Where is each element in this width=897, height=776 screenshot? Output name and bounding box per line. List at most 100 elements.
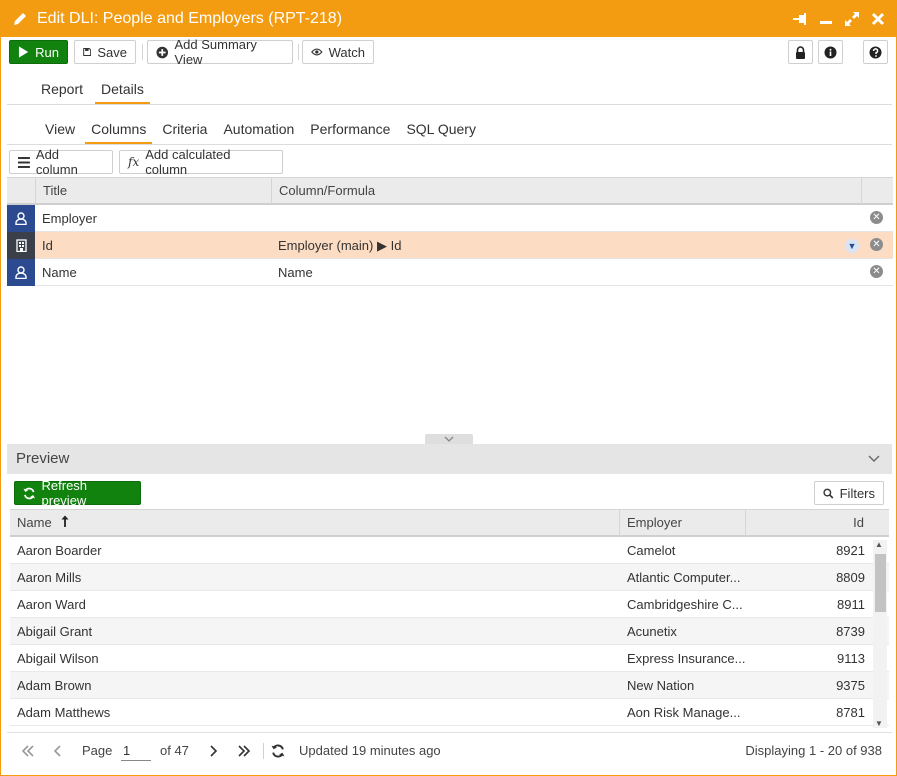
first-page-icon[interactable] [21, 733, 35, 769]
cell-id: 8739 [836, 624, 865, 639]
cell-id: 8809 [836, 570, 865, 585]
divider [7, 104, 892, 105]
add-calculated-column-button[interactable]: fx Add calculated column [119, 147, 283, 177]
toolbar-divider [142, 44, 143, 60]
preview-title: Preview [16, 450, 70, 467]
column-title: Name [42, 265, 77, 280]
header-title[interactable]: Title [35, 178, 271, 204]
list-icon [18, 156, 30, 168]
refresh-preview-button[interactable]: Refresh preview [14, 478, 141, 508]
cell-employer: Atlantic Computer... [627, 570, 741, 585]
pager-divider [263, 743, 264, 759]
header-name[interactable]: Name [10, 510, 619, 536]
sort-ascending-icon [61, 511, 69, 537]
question-icon [869, 46, 882, 58]
filters-button[interactable]: Filters [814, 481, 884, 505]
tab-automation[interactable]: Automation [217, 119, 300, 145]
table-row[interactable]: Abigail Grant Acunetix 8739 [10, 618, 889, 645]
window-title: Edit DLI: People and Employers (RPT-218) [37, 10, 343, 27]
pin-icon[interactable] [792, 11, 808, 27]
page-label: Page [82, 743, 113, 758]
scrollbar-thumb[interactable] [875, 554, 886, 612]
cell-employer: Cambridgeshire C... [627, 597, 743, 612]
watch-label: Watch [328, 44, 365, 60]
add-column-button[interactable]: Add column [9, 147, 113, 177]
tab-sql-query[interactable]: SQL Query [400, 119, 482, 145]
watch-button[interactable]: Watch [302, 40, 374, 64]
table-row[interactable]: Aaron Ward Cambridgeshire C... 8911 [10, 591, 889, 618]
scroll-down-icon[interactable]: ▼ [875, 719, 883, 728]
cell-employer: Acunetix [627, 624, 677, 639]
toolbar-divider [298, 44, 299, 60]
tab-criteria[interactable]: Criteria [156, 119, 213, 145]
cell-employer: Camelot [627, 543, 676, 558]
tab-performance[interactable]: Performance [304, 119, 396, 145]
column-row[interactable]: Employer ✕ [7, 205, 893, 232]
cell-id: 8911 [837, 597, 865, 612]
plus-circle-icon [156, 46, 169, 58]
info-button[interactable] [818, 40, 843, 64]
edit-report-window: Edit DLI: People and Employers (RPT-218)… [0, 0, 897, 776]
cell-name: Abigail Grant [17, 624, 93, 639]
run-button[interactable]: Run [9, 40, 68, 64]
header-name-label: Name [17, 515, 52, 530]
panel-splitter-handle[interactable] [425, 434, 473, 444]
header-column-formula[interactable]: Column/Formula [271, 178, 861, 204]
refresh-icon[interactable] [271, 733, 285, 769]
preview-table-header: Name Employer Id [10, 509, 889, 537]
close-icon[interactable] [870, 11, 886, 27]
page-count: of 47 [160, 743, 189, 758]
remove-column-icon[interactable]: ✕ [870, 265, 883, 278]
header-employer[interactable]: Employer [619, 510, 745, 536]
add-summary-label: Add Summary View [174, 37, 257, 67]
remove-column-icon[interactable]: ✕ [870, 238, 883, 251]
header-actions [861, 178, 893, 204]
header-id[interactable]: Id [745, 510, 889, 536]
table-row[interactable]: Abigail Wilson Express Insurance... 9113 [10, 645, 889, 672]
last-page-icon[interactable] [237, 733, 251, 769]
scroll-up-icon[interactable]: ▲ [875, 540, 883, 549]
lock-button[interactable] [788, 40, 813, 64]
maximize-icon[interactable] [844, 11, 860, 27]
main-tabs: Report Details [35, 79, 156, 105]
table-row[interactable]: Adam Brown New Nation 9375 [10, 672, 889, 699]
column-row[interactable]: Name Name ✕ [7, 259, 893, 286]
tab-view[interactable]: View [39, 119, 81, 145]
preview-toolbar: Refresh preview Filters [14, 478, 884, 508]
column-actions: Add column fx Add calculated column [9, 147, 889, 177]
save-button[interactable]: Save [74, 40, 136, 64]
minimize-icon[interactable] [818, 11, 834, 27]
column-row-selected[interactable]: Id Employer (main) ▶ Id ▼ ✕ [7, 232, 893, 259]
displaying-count: Displaying 1 - 20 of 938 [745, 743, 882, 758]
save-label: Save [97, 44, 127, 60]
remove-column-icon[interactable]: ✕ [870, 211, 883, 224]
tab-columns[interactable]: Columns [85, 119, 153, 145]
chevron-down-icon[interactable] [868, 444, 880, 474]
previous-page-icon[interactable] [53, 733, 61, 769]
toolbar: Run Save Add Summary View Watch [9, 37, 889, 67]
pencil-icon [11, 10, 29, 28]
function-icon: fx [128, 155, 140, 169]
columns-grid-header: Title Column/Formula [7, 177, 893, 205]
next-page-icon[interactable] [210, 733, 218, 769]
add-summary-view-button[interactable]: Add Summary View [147, 37, 293, 67]
table-row[interactable]: Aaron Mills Atlantic Computer... 8809 [10, 564, 889, 591]
title-bar[interactable]: Edit DLI: People and Employers (RPT-218) [1, 1, 896, 37]
preview-scrollbar[interactable]: ▲ ▼ [873, 540, 887, 728]
cell-name: Adam Brown [17, 678, 92, 693]
cell-employer: Express Insurance... [627, 651, 746, 666]
table-row[interactable]: Aaron Boarder Camelot 8921 [10, 537, 889, 564]
cell-employer: Aon Risk Manage... [627, 705, 741, 720]
tab-report[interactable]: Report [35, 79, 89, 105]
add-column-label: Add column [35, 147, 78, 177]
chevron-down-icon[interactable]: ▼ [845, 239, 859, 253]
table-row[interactable]: Adam Matthews Aon Risk Manage... 8781 [10, 699, 889, 726]
cell-name: Adam Matthews [17, 705, 111, 720]
preview-header[interactable]: Preview [7, 444, 892, 474]
help-button[interactable] [863, 40, 888, 64]
page-number-input[interactable] [121, 741, 151, 761]
play-icon [18, 46, 29, 58]
cell-id: 8921 [836, 543, 865, 558]
tab-details[interactable]: Details [95, 79, 150, 105]
updated-status: Updated 19 minutes ago [299, 743, 441, 758]
